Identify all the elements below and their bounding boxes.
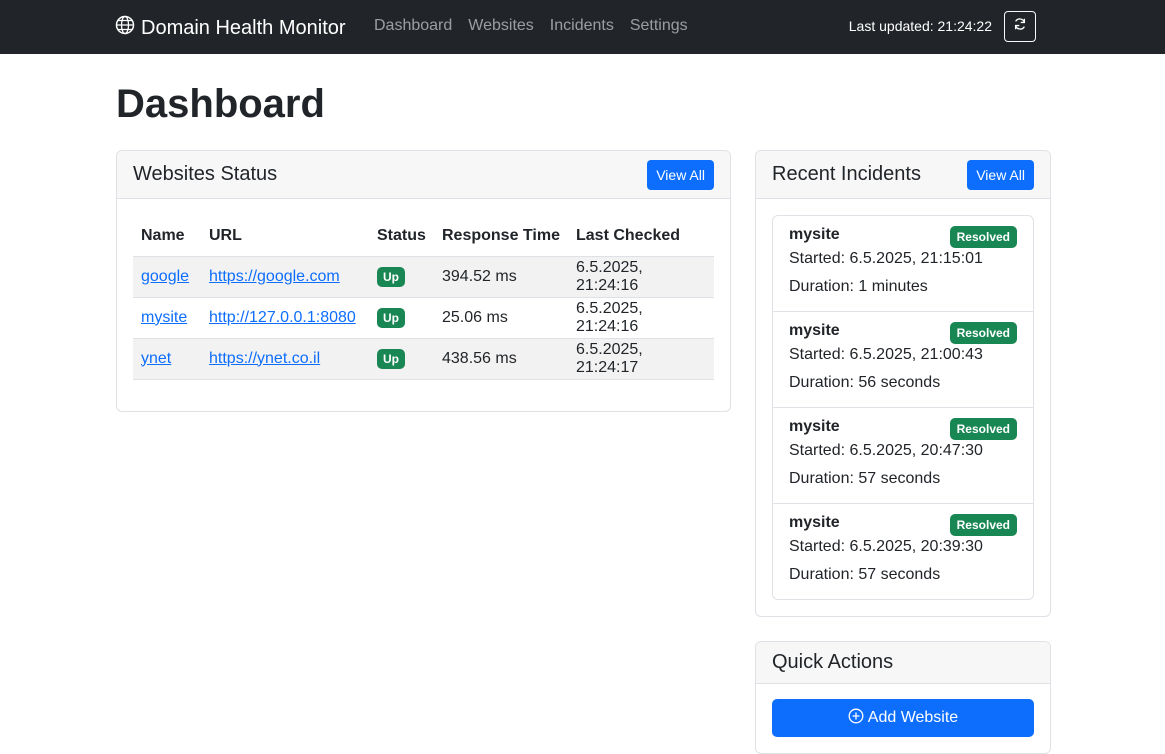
last-checked: 6.5.2025, 21:24:16 [568, 297, 714, 339]
last-checked: 6.5.2025, 21:24:17 [568, 338, 714, 380]
incident-list: mysite Resolved Started: 6.5.2025, 21:15… [772, 215, 1034, 600]
status-badge: Resolved [949, 418, 1017, 440]
response-time: 394.52 ms [434, 256, 568, 298]
incident-started: Started: 6.5.2025, 20:47:30 [789, 442, 983, 459]
nav-link-incidents[interactable]: Incidents [550, 17, 614, 35]
add-website-button[interactable]: Add Website [772, 699, 1034, 737]
recent-incidents-card: Recent Incidents View All mysite Resolve… [755, 150, 1051, 617]
incident-duration: Duration: 57 seconds [789, 470, 941, 487]
last-updated-text: Last updated: 21:24:22 [848, 18, 992, 34]
website-url-link[interactable]: https://google.com [209, 268, 340, 285]
navbar: Domain Health Monitor Dashboard Websites… [0, 0, 1165, 54]
table-row: google https://google.com Up 394.52 ms 6… [133, 256, 714, 298]
column-header-last-checked: Last Checked [568, 216, 714, 257]
brand-label: Domain Health Monitor [141, 16, 346, 39]
column-header-response-time: Response Time [434, 216, 568, 257]
status-badge: Up [377, 307, 405, 328]
add-website-label: Add Website [867, 709, 959, 726]
website-url-link[interactable]: https://ynet.co.il [209, 350, 320, 367]
actions-card-title: Quick Actions [772, 651, 894, 673]
websites-status-card: Websites Status View All Name URL Status… [116, 150, 731, 412]
table-row: mysite http://127.0.0.1:8080 Up 25.06 ms… [133, 297, 714, 339]
websites-table: Name URL Status Response Time Last Check… [133, 216, 714, 380]
status-badge: Resolved [949, 514, 1017, 536]
status-badge: Resolved [949, 226, 1017, 248]
globe-icon [115, 15, 141, 41]
website-url-link[interactable]: http://127.0.0.1:8080 [209, 309, 356, 326]
incidents-card-header: Recent Incidents View All [756, 151, 1050, 199]
column-header-url: URL [201, 216, 369, 257]
list-item[interactable]: mysite Resolved Started: 6.5.2025, 21:00… [773, 312, 1033, 408]
websites-view-all-button[interactable]: View All [647, 159, 714, 190]
nav-link-websites[interactable]: Websites [468, 17, 534, 35]
list-item[interactable]: mysite Resolved Started: 6.5.2025, 20:47… [773, 408, 1033, 504]
website-name-link[interactable]: google [141, 268, 189, 285]
incident-duration: Duration: 56 seconds [789, 374, 941, 391]
incident-started: Started: 6.5.2025, 21:15:01 [789, 250, 983, 267]
incidents-view-all-button[interactable]: View All [967, 159, 1034, 190]
nav-link-settings[interactable]: Settings [630, 17, 688, 35]
nav-links: Dashboard Websites Incidents Settings [374, 17, 704, 35]
actions-card-header: Quick Actions [756, 642, 1050, 684]
incidents-card-title: Recent Incidents [772, 163, 921, 185]
nav-link-dashboard[interactable]: Dashboard [374, 17, 452, 35]
websites-card-header: Websites Status View All [117, 151, 730, 199]
plus-circle-icon [848, 708, 868, 729]
last-checked: 6.5.2025, 21:24:16 [568, 256, 714, 298]
incident-duration: Duration: 1 minutes [789, 278, 928, 295]
refresh-button[interactable] [1004, 11, 1036, 42]
websites-card-title: Websites Status [133, 163, 278, 185]
website-name-link[interactable]: mysite [141, 309, 187, 326]
quick-actions-card: Quick Actions Add Website [755, 641, 1051, 754]
brand[interactable]: Domain Health Monitor [115, 15, 346, 41]
response-time: 438.56 ms [434, 338, 568, 380]
list-item[interactable]: mysite Resolved Started: 6.5.2025, 20:39… [773, 504, 1033, 599]
page-title: Dashboard [116, 82, 325, 126]
response-time: 25.06 ms [434, 297, 568, 339]
status-badge: Up [377, 266, 405, 287]
table-row: ynet https://ynet.co.il Up 438.56 ms 6.5… [133, 338, 714, 380]
status-badge: Resolved [949, 322, 1017, 344]
status-badge: Up [377, 348, 405, 369]
incident-duration: Duration: 57 seconds [789, 566, 941, 583]
list-item[interactable]: mysite Resolved Started: 6.5.2025, 21:15… [773, 216, 1033, 312]
refresh-icon [1013, 17, 1027, 36]
website-name-link[interactable]: ynet [141, 350, 171, 367]
column-header-name: Name [133, 216, 201, 257]
incident-started: Started: 6.5.2025, 21:00:43 [789, 346, 983, 363]
incident-started: Started: 6.5.2025, 20:39:30 [789, 538, 983, 555]
column-header-status: Status [369, 216, 434, 257]
